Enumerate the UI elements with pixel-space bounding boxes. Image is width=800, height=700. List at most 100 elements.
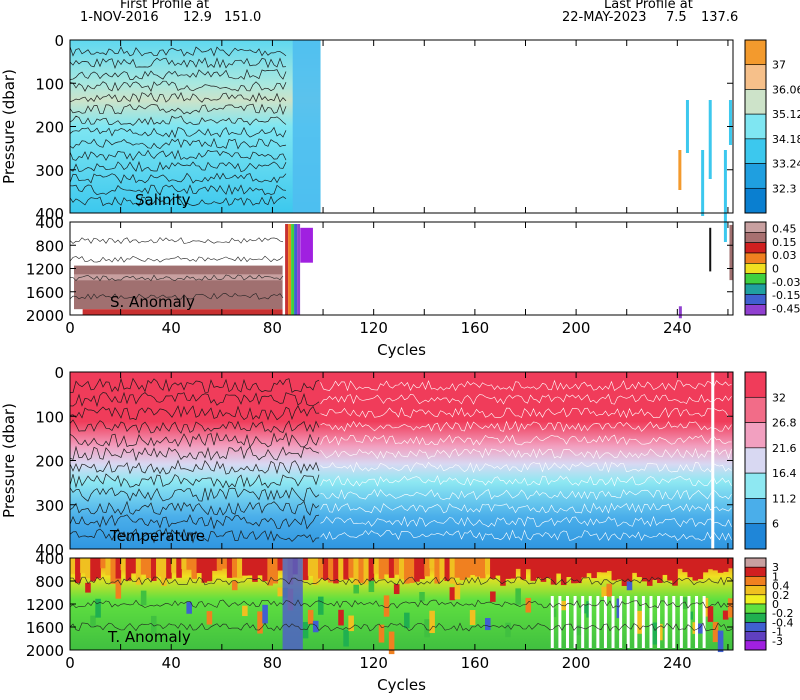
- anomaly-patch: [206, 611, 213, 625]
- anomaly-column-top: [211, 558, 218, 571]
- x-tick-label: 40: [162, 654, 181, 672]
- anomaly-column-top: [682, 558, 688, 573]
- colorbar-swatch: [744, 371, 767, 398]
- anomaly-column-top: [373, 558, 380, 574]
- anomaly-patch: [307, 609, 314, 625]
- anomaly-column-top: [697, 558, 704, 580]
- colorbar-label: 35.12: [772, 108, 800, 121]
- colorbar-swatch: [744, 523, 767, 550]
- anomaly-column-top: [323, 558, 329, 581]
- anomaly-patch: [717, 630, 724, 653]
- anomaly-column-top: [702, 558, 709, 573]
- colorbar-label: 11.2: [772, 492, 797, 505]
- colorbar-swatch: [744, 113, 767, 140]
- sparse-profile: [729, 224, 733, 281]
- anomaly-patch: [626, 581, 633, 591]
- y-tick-label: 200: [35, 453, 64, 471]
- anomaly-column-top: [591, 558, 597, 579]
- anomaly-column-top: [596, 558, 602, 573]
- temperature-field: [70, 372, 733, 549]
- anomaly-column-top: [191, 558, 198, 579]
- anomaly-column-top: [707, 558, 714, 570]
- anomaly-column-top: [226, 558, 233, 578]
- sparse-profile: [701, 150, 705, 216]
- colorbar-swatch: [744, 221, 767, 233]
- anomaly-column-top: [525, 558, 532, 570]
- anomaly-column-top: [221, 558, 228, 569]
- anomaly-patch: [277, 587, 284, 597]
- anomaly-column-top: [631, 558, 638, 573]
- anomaly-column-top: [257, 558, 263, 576]
- contour-line: [69, 237, 284, 244]
- anomaly-column-top: [515, 558, 521, 569]
- missing-data-gap: [550, 596, 554, 648]
- x-tick-label: 200: [562, 319, 591, 337]
- anomaly-column-top: [252, 558, 258, 582]
- colorbar-label: 0.45: [772, 223, 797, 236]
- missing-data-gap: [695, 596, 699, 648]
- anomaly-patch: [302, 622, 309, 639]
- anomaly-column-top: [677, 558, 683, 569]
- anomaly-column-top: [464, 558, 471, 578]
- anomaly-edge-stripe: [294, 224, 298, 315]
- anomaly-patch: [601, 586, 607, 597]
- colorbar-swatch: [744, 242, 767, 254]
- colorbar-swatch: [744, 263, 767, 274]
- x-tick-label: 40: [162, 319, 181, 337]
- anomaly-column-top: [130, 558, 137, 574]
- anomaly-column-top: [636, 558, 643, 578]
- anomaly-column-top: [95, 558, 101, 579]
- anomaly-column-top: [555, 558, 562, 574]
- anomaly-patch: [115, 578, 122, 599]
- y-tick-label: 2000: [26, 307, 64, 325]
- anomaly-column-top: [302, 558, 309, 581]
- anomaly-patch: [404, 612, 410, 629]
- anomaly-column-top: [474, 558, 481, 577]
- anomaly-column-top: [120, 558, 127, 571]
- y-tick-label: 300: [35, 162, 64, 180]
- anomaly-column-top: [687, 558, 694, 578]
- anomaly-column-top: [393, 558, 400, 575]
- panel-title: S. Anomaly: [110, 293, 195, 311]
- anomaly-column-top: [586, 558, 592, 574]
- y-tick-label: 100: [35, 408, 64, 426]
- anomaly-column-top: [140, 558, 147, 575]
- anomaly-column-top: [176, 558, 182, 578]
- y-tick-label: 200: [35, 119, 64, 137]
- sparse-profile: [678, 306, 682, 319]
- temperature-anomaly-panel: 400 800 1200 1600 20000 40 80 120 160 200 240 Cycle…: [26, 550, 794, 694]
- colorbar-label: -0.45: [772, 302, 800, 315]
- colorbar-label: 32: [772, 391, 786, 404]
- anomaly-patch: [312, 620, 319, 633]
- panel-title: T. Anomaly: [107, 628, 191, 646]
- colorbar-swatch: [744, 283, 767, 295]
- colorbar-swatch: [744, 294, 767, 305]
- anomaly-column-top: [459, 558, 466, 581]
- anomaly-column-top: [161, 558, 167, 586]
- anomaly-patch: [525, 597, 532, 613]
- colorbar-swatch: [744, 163, 767, 189]
- anomaly-column-top: [348, 558, 354, 578]
- anomaly-column-top: [717, 558, 724, 573]
- y-axis-label: Pressure (dbar): [0, 69, 18, 184]
- colorbar-swatch: [744, 64, 767, 90]
- anomaly-column-top: [530, 558, 537, 581]
- anomaly-column-top: [414, 558, 420, 582]
- y-axis-label: Pressure (dbar): [0, 403, 18, 518]
- colorbar-swatch: [744, 603, 767, 614]
- colorbar-label: 6: [772, 518, 779, 531]
- sparse-profile: [678, 150, 682, 190]
- colorbar-swatch: [744, 594, 767, 605]
- x-tick-label: 120: [359, 654, 388, 672]
- temperature-panel: 0100200300400TemperaturePressure (dbar)3…: [0, 364, 797, 559]
- anomaly-column-top: [75, 558, 81, 584]
- colorbar-swatch: [744, 640, 767, 651]
- anomaly-column-top: [242, 558, 248, 576]
- colorbar-swatch: [744, 39, 767, 66]
- anomaly-column-top: [424, 558, 430, 577]
- anomaly-patch: [393, 584, 400, 595]
- sparse-profile: [685, 100, 689, 153]
- y-tick-label: 800: [35, 237, 64, 255]
- colorbar-label: -3: [772, 635, 783, 648]
- y-tick-label: 800: [35, 573, 64, 591]
